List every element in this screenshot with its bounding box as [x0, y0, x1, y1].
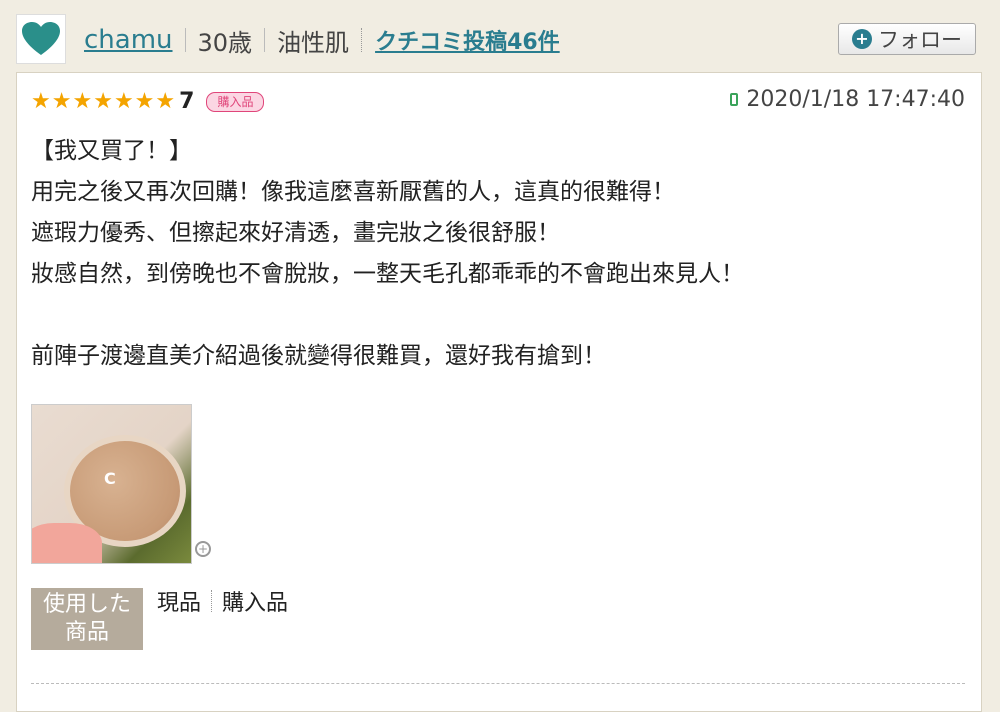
review-line: 遮瑕力優秀、但擦起來好清透，畫完妝之後很舒服！	[31, 220, 560, 246]
review-line: 前陣子渡邊直美介紹過後就變得很難買，還好我有搶到！	[31, 343, 606, 369]
plus-circle-icon: +	[852, 29, 872, 49]
divider	[211, 590, 213, 612]
review-card: ★ ★ ★ ★ ★ ★ ★ 7 購入品 2020/1/18 17:47:40 【我又買了！】…	[16, 72, 982, 712]
used-product-values: 現品 購入品	[157, 585, 288, 617]
review-line: 【我又買了！】	[31, 138, 192, 164]
rating-score: 7	[179, 89, 195, 114]
compact-logo: C	[104, 469, 116, 488]
mobile-phone-icon	[730, 93, 739, 106]
used-product-label-line1: 使用した	[42, 592, 131, 617]
avatar[interactable]	[16, 14, 66, 64]
reviewer-header: chamu 30歳 油性肌 クチコミ投稿46件 + フォロー	[0, 0, 1000, 72]
user-meta: chamu 30歳 油性肌 クチコミ投稿46件	[84, 22, 560, 58]
star-icon: ★	[113, 88, 134, 114]
hand-image	[32, 523, 102, 563]
star-icon: ★	[72, 88, 93, 114]
review-photo-thumbnail[interactable]: C	[31, 404, 192, 564]
divider	[361, 28, 363, 52]
user-skin-type: 油性肌	[277, 28, 350, 57]
review-date: 2020/1/18 17:47:40	[730, 87, 965, 112]
follow-button[interactable]: + フォロー	[838, 23, 976, 55]
follow-button-label: フォロー	[878, 28, 962, 52]
star-icon: ★	[134, 88, 155, 114]
username-link[interactable]: chamu	[84, 25, 173, 55]
used-product-label-line2: 商品	[64, 620, 109, 645]
zoom-in-icon[interactable]: +	[195, 541, 211, 557]
user-age: 30歳	[197, 28, 253, 57]
review-line-blank	[31, 295, 961, 336]
star-icon: ★	[31, 88, 51, 114]
product-value-full-size: 現品	[157, 591, 202, 616]
star-icon: ★	[51, 88, 72, 114]
rating-row: ★ ★ ★ ★ ★ ★ ★ 7 購入品	[31, 88, 265, 114]
review-text: 【我又買了！】 用完之後又再次回購！像我這麼喜新厭舊的人，這真的很難得！ 遮瑕力…	[31, 131, 961, 377]
heart-icon	[22, 22, 60, 55]
review-line: 用完之後又再次回購！像我這麼喜新厭舊的人，這真的很難得！	[31, 179, 675, 205]
review-line: 妝感自然，到傍晚也不會脫妝，一整天毛孔都乖乖的不會跑出來見人！	[31, 261, 744, 287]
used-product-label: 使用した 商品	[31, 588, 143, 650]
divider	[31, 683, 965, 684]
product-value-purchased: 購入品	[222, 591, 289, 616]
divider	[264, 28, 266, 52]
purchased-badge: 購入品	[206, 91, 265, 112]
review-posts-link[interactable]: クチコミ投稿46件	[375, 24, 560, 56]
star-rating: ★ ★ ★ ★ ★ ★ ★	[31, 88, 176, 114]
star-icon: ★	[155, 88, 176, 114]
divider	[184, 28, 186, 52]
star-icon: ★	[93, 88, 113, 114]
review-date-text: 2020/1/18 17:47:40	[746, 87, 965, 112]
